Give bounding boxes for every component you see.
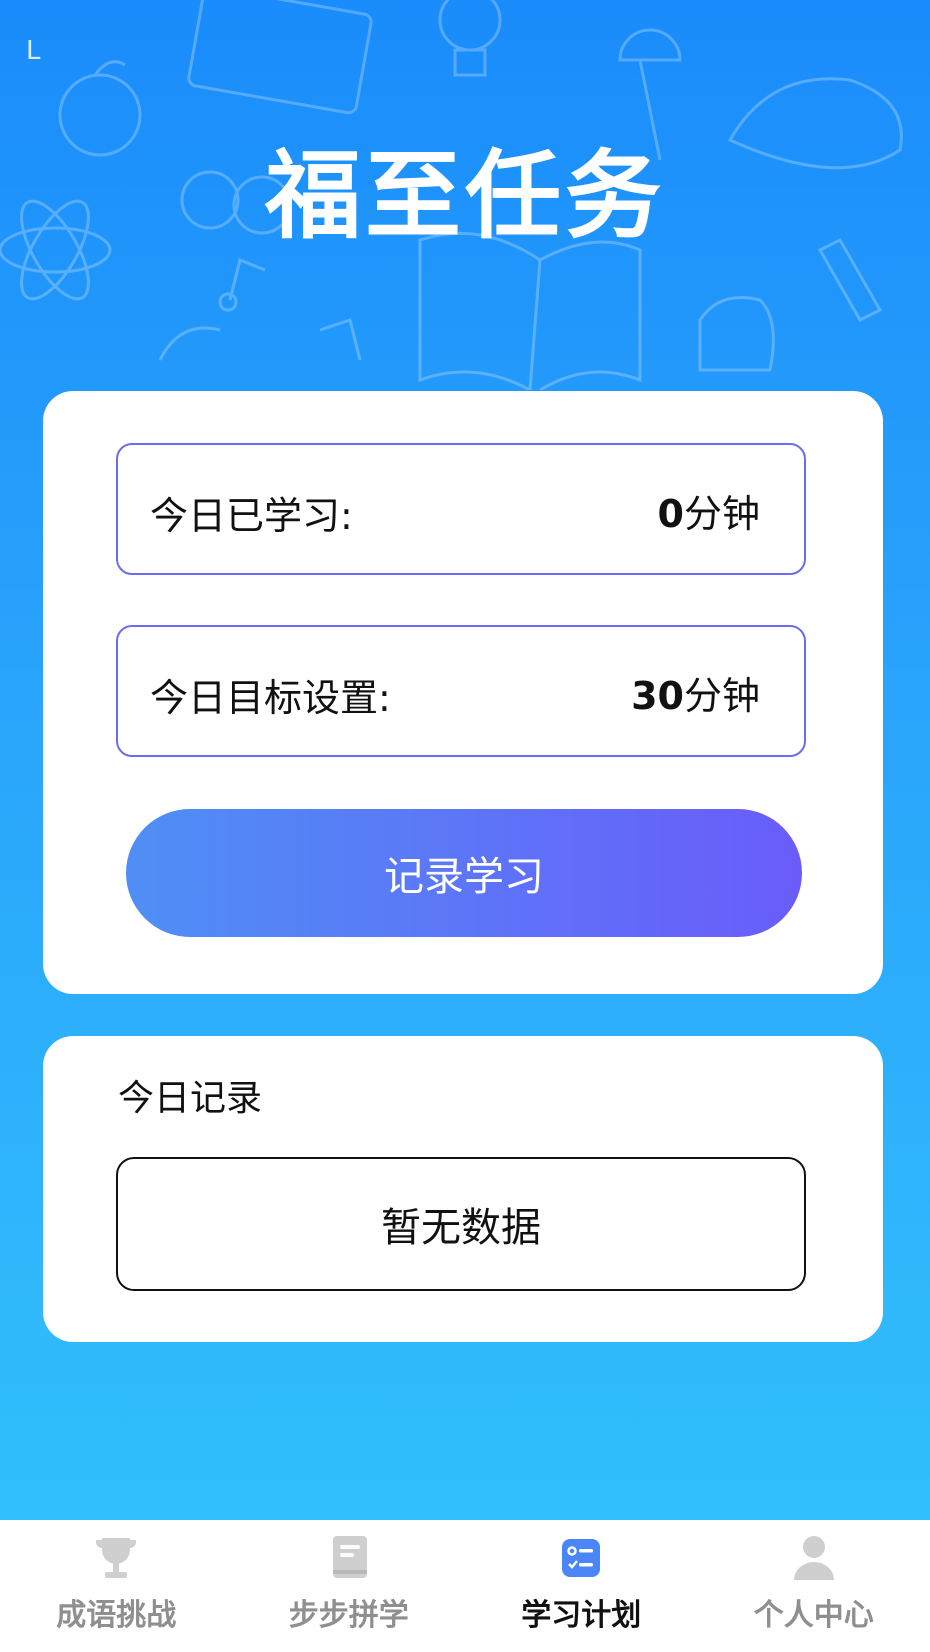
status-corner-mark: L xyxy=(26,36,41,66)
empty-state: 暂无数据 xyxy=(116,1157,806,1291)
plan-list-icon xyxy=(562,1539,601,1577)
studied-today-label: 今日已学习: xyxy=(150,494,353,538)
studied-minutes: 0 xyxy=(657,492,684,536)
tab-personal-center[interactable]: 个人中心 xyxy=(698,1520,930,1652)
tab-study-plan[interactable]: 学习计划 xyxy=(465,1520,698,1652)
goal-minutes: 30 xyxy=(631,674,684,718)
tab-label: 个人中心 xyxy=(753,1598,874,1633)
trophy-icon xyxy=(96,1538,137,1578)
user-icon xyxy=(793,1536,834,1580)
today-record-title: 今日记录 xyxy=(118,1078,263,1119)
studied-today-box: 今日已学习: 0分钟 xyxy=(116,443,806,575)
book-icon xyxy=(332,1536,367,1578)
goal-unit: 分钟 xyxy=(683,674,760,718)
tab-pinyin-learning[interactable]: 步步拼学 xyxy=(233,1520,466,1652)
daily-goal-setting[interactable]: 今日目标设置: 30分钟 xyxy=(116,625,806,757)
study-task-card: 今日已学习: 0分钟 今日目标设置: 30分钟 记录学习 xyxy=(43,391,883,994)
page-title: 福至任务 xyxy=(265,140,665,252)
tab-label: 成语挑战 xyxy=(56,1598,177,1633)
bottom-tab-bar: 成语挑战 步步拼学 学习计划 个人中心 xyxy=(0,1520,930,1652)
tab-label: 学习计划 xyxy=(521,1598,642,1633)
tab-idiom-challenge[interactable]: 成语挑战 xyxy=(0,1520,233,1652)
daily-goal-label: 今日目标设置: xyxy=(150,676,391,720)
daily-goal-value: 30分钟 xyxy=(631,665,760,720)
record-study-button[interactable]: 记录学习 xyxy=(126,809,802,937)
studied-today-value: 0分钟 xyxy=(658,483,760,538)
studied-unit: 分钟 xyxy=(683,492,760,536)
tab-label: 步步拼学 xyxy=(288,1598,409,1633)
today-record-card: 今日记录 暂无数据 xyxy=(43,1036,883,1342)
